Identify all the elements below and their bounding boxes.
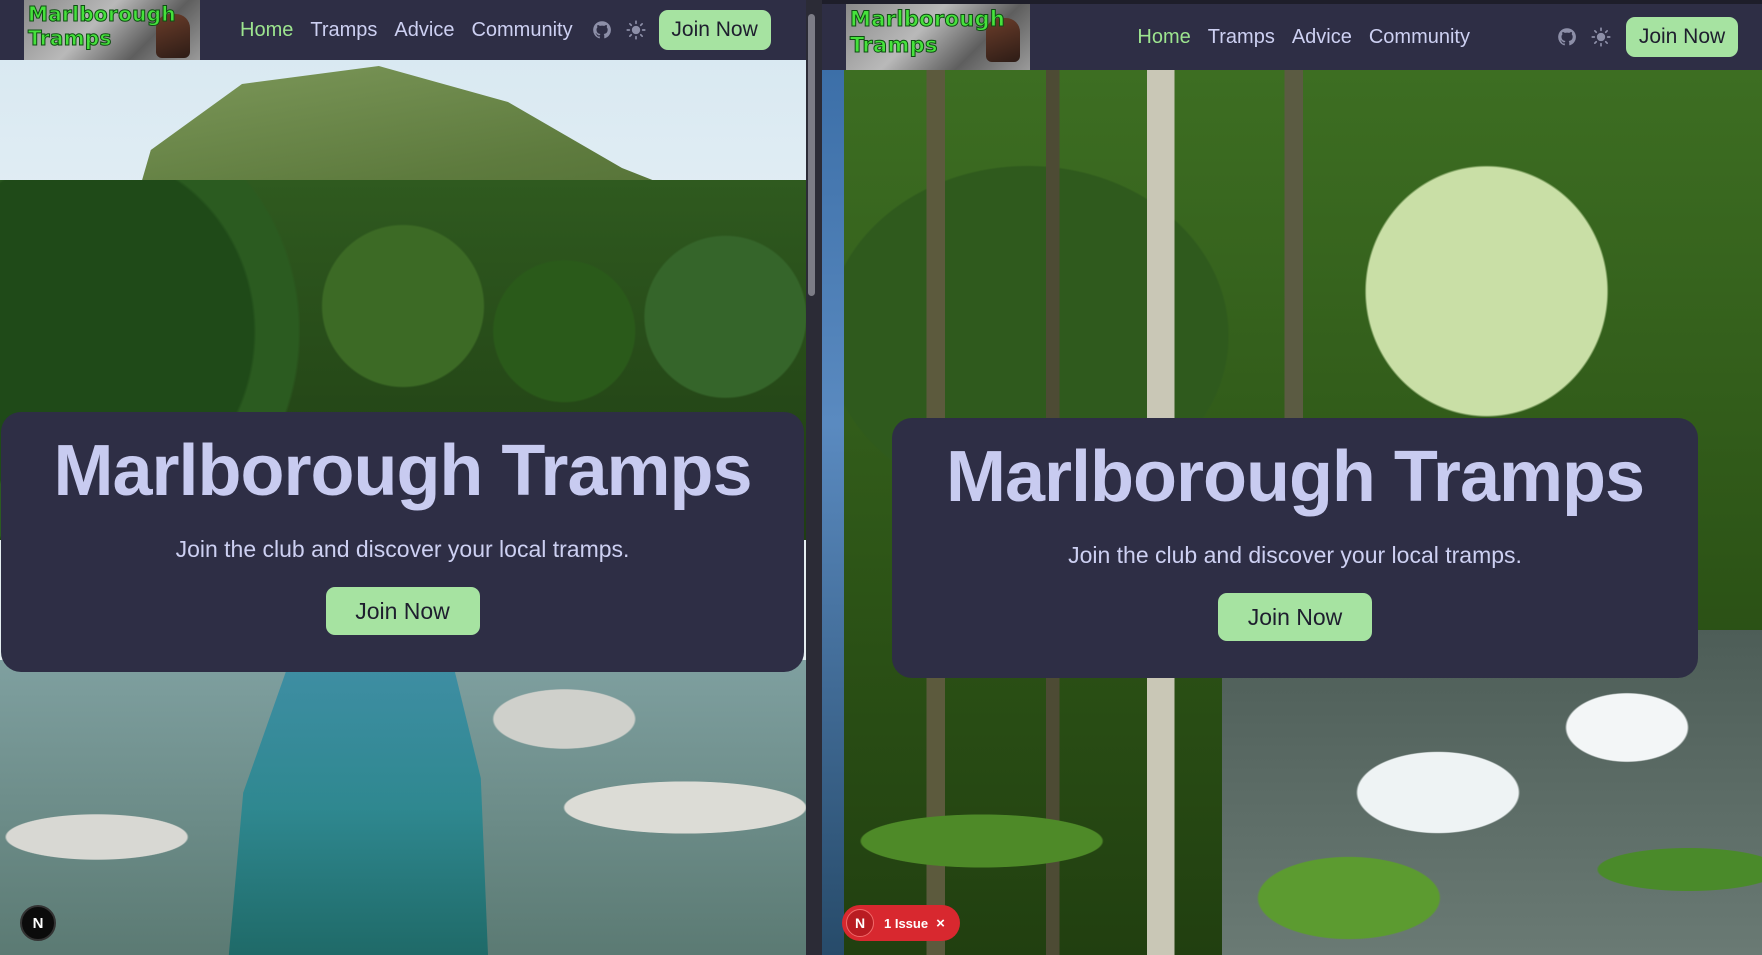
- site-logo[interactable]: Marlborough Tramps: [24, 0, 200, 60]
- github-icon[interactable]: [1556, 26, 1578, 48]
- left-browser-pane: Marlborough Tramps Home Tramps Advice Co…: [0, 0, 806, 955]
- site-logo[interactable]: Marlborough Tramps: [846, 4, 1030, 70]
- nav-links: Home Tramps Advice Community: [240, 19, 573, 42]
- close-icon[interactable]: ×: [936, 915, 945, 932]
- sun-icon[interactable]: [625, 19, 647, 41]
- nav-link-home[interactable]: Home: [1137, 26, 1190, 49]
- logo-text-line2: Tramps: [849, 33, 938, 58]
- github-icon[interactable]: [591, 19, 613, 41]
- nav-links: Home Tramps Advice Community: [1137, 26, 1470, 49]
- nav-link-community[interactable]: Community: [471, 19, 572, 42]
- hero-join-button[interactable]: Join Now: [325, 587, 480, 635]
- hero-join-button[interactable]: Join Now: [1218, 593, 1372, 641]
- logo-text-line2: Tramps: [28, 26, 112, 51]
- nav-link-advice[interactable]: Advice: [1292, 26, 1352, 49]
- hero-card: Marlborough Tramps Join the club and dis…: [892, 418, 1698, 678]
- nav-link-advice[interactable]: Advice: [394, 19, 454, 42]
- hero-subtitle: Join the club and discover your local tr…: [175, 536, 630, 562]
- nav-join-button[interactable]: Join Now: [658, 10, 771, 50]
- nav-link-tramps[interactable]: Tramps: [1208, 26, 1275, 49]
- next-dev-indicator[interactable]: N: [20, 905, 56, 941]
- navbar: Marlborough Tramps Home Tramps Advice Co…: [822, 4, 1762, 70]
- navbar: Marlborough Tramps Home Tramps Advice Co…: [0, 0, 806, 60]
- nav-link-community[interactable]: Community: [1369, 26, 1470, 49]
- hero-title: Marlborough Tramps: [53, 431, 752, 511]
- sun-icon[interactable]: [1590, 26, 1612, 48]
- issue-count[interactable]: 1 Issue: [884, 916, 928, 931]
- right-browser-pane: Marlborough Tramps Home Tramps Advice Co…: [822, 0, 1762, 955]
- nav-link-tramps[interactable]: Tramps: [310, 19, 377, 42]
- next-logo-icon: N: [846, 909, 874, 937]
- ferns: [844, 670, 1762, 955]
- nav-join-button[interactable]: Join Now: [1626, 17, 1738, 57]
- scrollbar[interactable]: [808, 14, 815, 296]
- hero-subtitle: Join the club and discover your local tr…: [1068, 542, 1522, 568]
- nav-link-home[interactable]: Home: [240, 19, 293, 42]
- hero-card: Marlborough Tramps Join the club and dis…: [1, 412, 804, 672]
- logo-text-line1: Marlborough: [849, 7, 1006, 32]
- hero-title: Marlborough Tramps: [945, 437, 1645, 517]
- logo-text-line1: Marlborough: [28, 2, 177, 27]
- issues-badge[interactable]: N 1 Issue ×: [842, 905, 960, 941]
